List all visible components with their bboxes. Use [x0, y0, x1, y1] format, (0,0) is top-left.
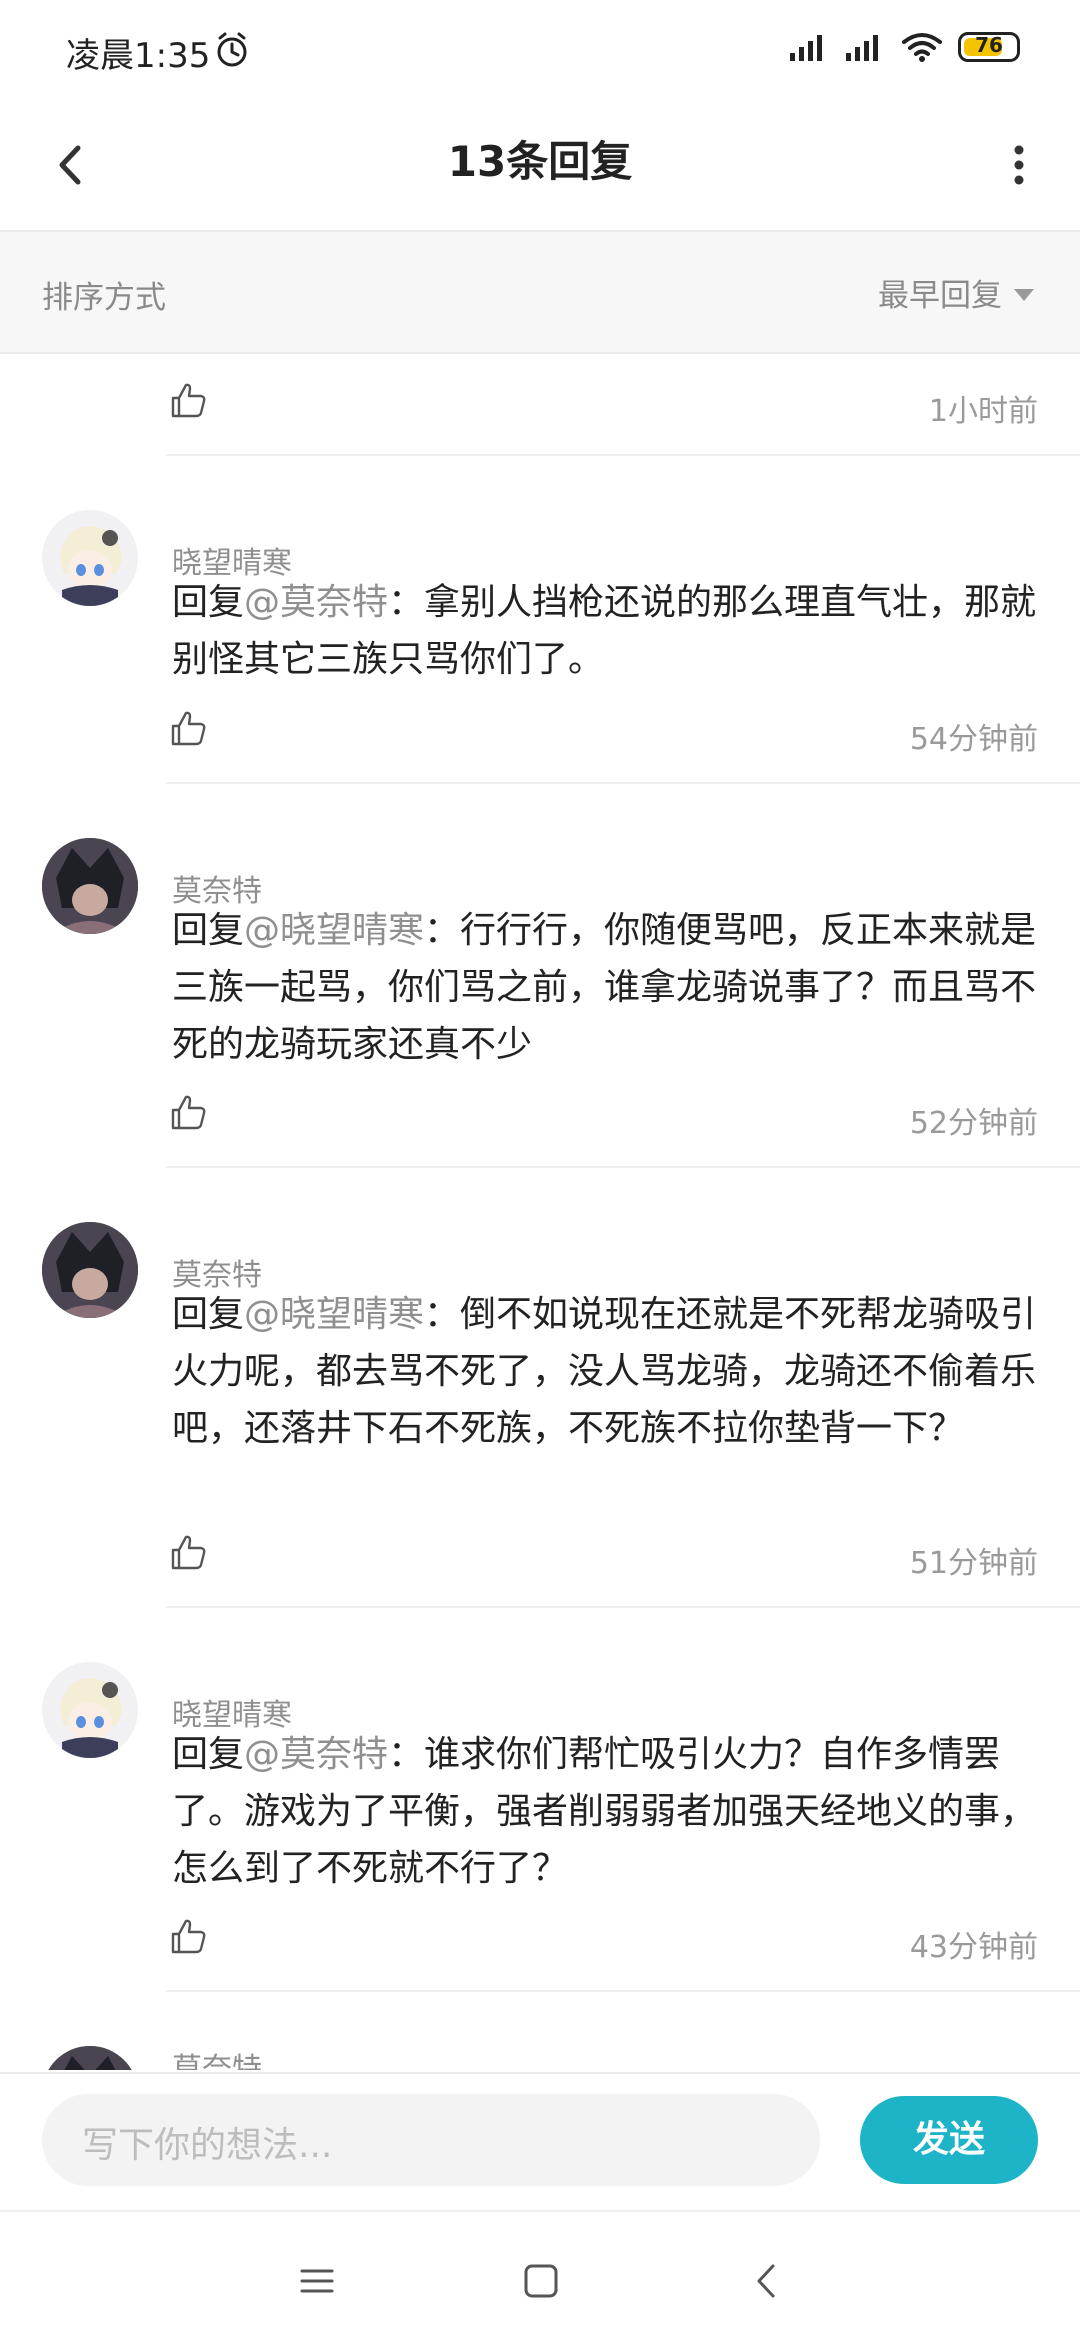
- reply-prefix: 回复: [172, 910, 245, 951]
- status-icons: 76: [788, 30, 1020, 64]
- comment-text: 回复@莫奈特：谁求你们帮忙吸引火力？自作多情罢了。游戏为了平衡，强者削弱弱者加强…: [172, 1726, 1042, 1897]
- divider: [166, 1166, 1080, 1168]
- divider: [166, 1990, 1080, 1992]
- like-row: 1小时前: [168, 374, 1038, 434]
- home-icon[interactable]: [516, 2256, 566, 2306]
- reply-time: 51分钟前: [909, 1546, 1038, 1581]
- avatar[interactable]: [42, 510, 138, 606]
- reply-prefix: 回复: [172, 582, 245, 623]
- thumbs-up-icon[interactable]: [168, 708, 208, 748]
- mention-link[interactable]: @莫奈特: [244, 582, 388, 623]
- thumbs-up-icon[interactable]: [168, 380, 208, 420]
- alarm-icon: [217, 32, 247, 67]
- thumbs-up-icon[interactable]: [168, 1532, 208, 1572]
- system-nav-bar: [0, 2210, 1080, 2342]
- thumbs-up-icon[interactable]: [168, 1916, 208, 1956]
- comment-input[interactable]: 写下你的想法...: [42, 2094, 820, 2186]
- sort-dropdown[interactable]: 最早回复: [878, 270, 1034, 315]
- comment-input-bar: 写下你的想法... 发送: [0, 2072, 1080, 2210]
- reply-time: 1小时前: [928, 394, 1038, 429]
- wifi-icon: [902, 33, 942, 62]
- reply-prefix: 回复: [172, 1294, 245, 1335]
- status-time: 凌晨1:35: [66, 36, 211, 76]
- divider: [166, 454, 1080, 456]
- mention-link[interactable]: @莫奈特: [244, 1734, 388, 1775]
- divider: [166, 782, 1080, 784]
- avatar[interactable]: [42, 838, 138, 934]
- mention-link[interactable]: @晓望晴寒: [244, 910, 424, 951]
- battery-level: 76: [975, 33, 1003, 57]
- signal-icon: [790, 35, 822, 61]
- reply-time: 54分钟前: [909, 722, 1038, 757]
- like-row: 51分钟前: [168, 1526, 1038, 1586]
- sort-label: 排序方式: [42, 280, 166, 316]
- sort-bar: 排序方式 最早回复: [0, 232, 1080, 354]
- send-button[interactable]: 发送: [860, 2096, 1038, 2184]
- page-title: 13条回复: [447, 137, 633, 186]
- input-placeholder: 写下你的想法...: [82, 2125, 333, 2166]
- like-row: 54分钟前: [168, 702, 1038, 762]
- more-options-icon[interactable]: [984, 130, 1054, 200]
- back-nav-icon[interactable]: [742, 2256, 792, 2306]
- reply-prefix: 回复: [172, 1734, 245, 1775]
- avatar[interactable]: [42, 1222, 138, 1318]
- reply-time: 52分钟前: [909, 1106, 1038, 1141]
- avatar[interactable]: [42, 2046, 138, 2070]
- avatar[interactable]: [42, 1662, 138, 1758]
- signal-icon-2: [846, 35, 878, 61]
- battery-icon: 76: [958, 32, 1020, 62]
- reply-time: 43分钟前: [909, 1930, 1038, 1965]
- divider: [166, 1606, 1080, 1608]
- status-bar: 凌晨1:35 76: [0, 0, 1080, 100]
- sort-selected: 最早回复: [878, 278, 1002, 314]
- like-row: 52分钟前: [168, 1086, 1038, 1146]
- app-bar: 13条回复: [0, 100, 1080, 232]
- mention-link[interactable]: @晓望晴寒: [244, 1294, 424, 1335]
- like-row: 43分钟前: [168, 1910, 1038, 1970]
- chevron-down-icon: [1014, 288, 1034, 301]
- comment-text: 回复@晓望晴寒：倒不如说现在还就是不死帮龙骑吸引火力呢，都去骂不死了，没人骂龙骑…: [172, 1286, 1042, 1457]
- thumbs-up-icon[interactable]: [168, 1092, 208, 1132]
- comment-text: 回复@莫奈特：拿别人挡枪还说的那么理直气壮，那就别怪其它三族只骂你们了。: [172, 574, 1042, 688]
- reply-list[interactable]: 1小时前 晓望晴寒 回复@莫奈特：拿别人挡枪还说的那么理直气壮，那就别怪其它三族…: [0, 354, 1080, 2070]
- menu-icon[interactable]: [292, 2256, 342, 2306]
- username[interactable]: 莫奈特: [172, 2044, 262, 2070]
- comment-text: 回复@晓望晴寒：行行行，你随便骂吧，反正本来就是三族一起骂，你们骂之前，谁拿龙骑…: [172, 902, 1042, 1073]
